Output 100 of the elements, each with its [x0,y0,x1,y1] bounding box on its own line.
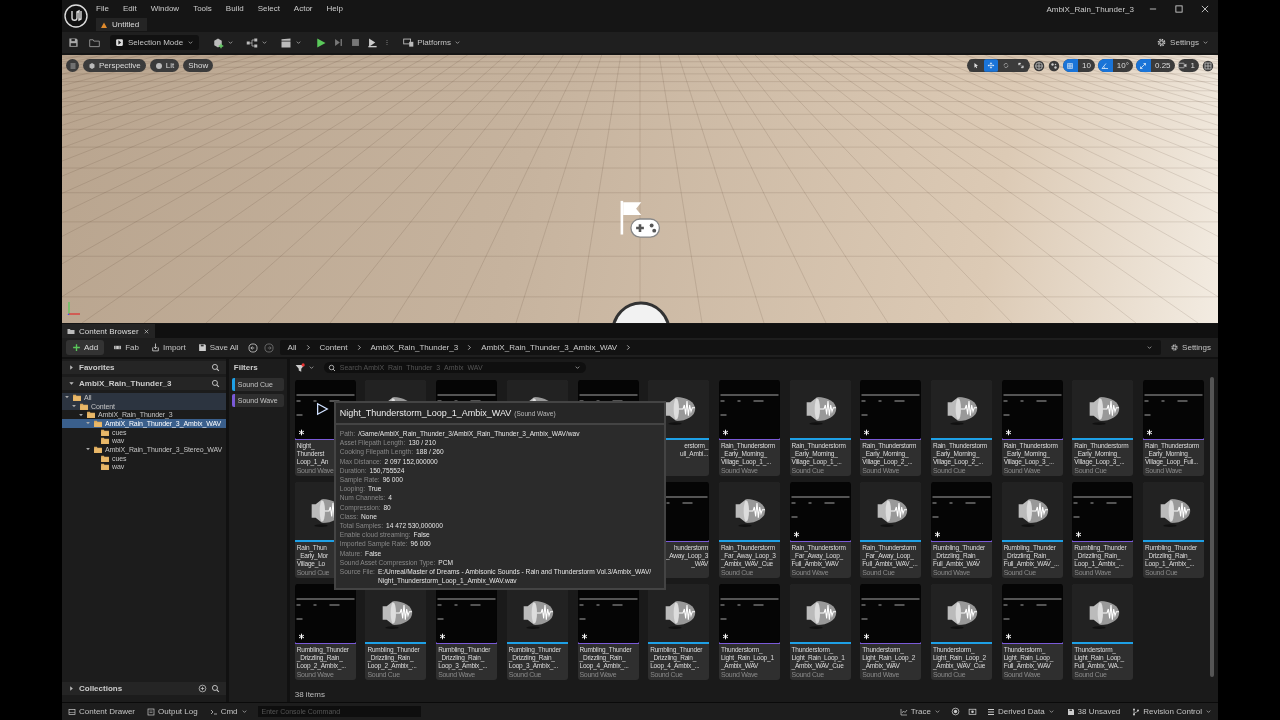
close-icon[interactable] [142,327,150,335]
menu-item[interactable]: Actor [293,4,313,13]
waveform-thumbnail [1072,482,1134,541]
chevron-icon[interactable] [466,344,474,351]
panel-header[interactable]: AmbiX_Rain_Thunder_3 [62,377,226,390]
add-button[interactable]: Add [66,340,105,355]
settings-icon [1170,343,1180,352]
record-icon[interactable] [950,707,960,716]
clapper-icon [280,36,293,49]
breadcrumb[interactable]: All [287,343,297,352]
engine-logo-icon[interactable] [64,4,88,28]
show-button[interactable]: Show [183,59,214,72]
angle-icon [1101,61,1110,70]
menu-item[interactable]: File [96,4,109,13]
caret-icon [453,39,461,46]
back-icon[interactable] [247,342,258,353]
database-icon [986,707,995,716]
import-icon [151,343,161,352]
add-collection-icon[interactable] [197,684,207,693]
toolbar-button[interactable]: Import [148,341,189,354]
waveform-thumbnail [1001,380,1063,439]
menu-icon [68,61,77,70]
unsaved-button[interactable]: 38 Unsaved [1064,706,1123,717]
toolbar-button[interactable]: Fab [110,341,143,354]
scrollbar[interactable] [1210,377,1214,677]
settings-button[interactable]: Settings [1167,341,1214,354]
cube-icon [88,61,96,70]
waveform-thumbnail [1143,380,1204,439]
waveform-thumbnail [294,584,356,643]
snap-toggle-button[interactable]: 10° [1097,59,1133,72]
filter-icon[interactable] [294,362,305,373]
folder-icon [86,410,96,420]
caret-icon [1047,708,1055,715]
platforms-button[interactable]: Platforms [400,35,464,50]
menu-item[interactable]: Window [150,4,180,13]
menu-item[interactable]: Edit [122,4,137,13]
selection-mode-dropdown[interactable]: Selection Mode [110,35,200,50]
breadcrumb[interactable]: Content [319,343,348,352]
caret-down-icon [68,380,75,387]
eject-icon[interactable] [367,37,379,48]
folder-icon [100,427,110,437]
waveform-thumbnail [860,380,922,439]
close-icon[interactable] [1200,4,1210,14]
caret-icon [573,364,581,371]
surface-snap-icon[interactable] [1047,59,1060,72]
player-start-icon [618,198,662,240]
forward-icon[interactable] [263,342,274,353]
content-drawer-button[interactable]: Content Drawer [66,706,138,717]
caret-right-icon [68,364,75,371]
output-log-button[interactable]: Output Log [145,706,200,717]
chevron-icon[interactable] [625,344,633,351]
waveform-thumbnail [1001,584,1063,643]
panel-header[interactable]: Collections [62,682,226,695]
folder-browse-icon[interactable] [89,37,100,48]
search-icon[interactable] [210,379,220,388]
globe-icon[interactable] [1032,59,1045,72]
scale-snap-icon [1139,61,1148,70]
save-icon [197,343,207,352]
stop-icon[interactable] [350,37,362,48]
breadcrumb[interactable]: AmbiX_Rain_Thunder_3 [370,343,459,352]
step-icon[interactable] [333,37,345,48]
save-icon[interactable] [68,37,79,48]
toolbar-button[interactable]: Save All [194,341,242,354]
menu-item[interactable]: Select [257,4,280,13]
plus-icon [72,343,81,352]
chevron-icon[interactable] [355,344,363,351]
settings-button[interactable]: Settings [1153,35,1212,50]
content-browser-tab[interactable]: Content Browser [62,324,155,338]
grid-icon [1066,61,1075,70]
menu-item[interactable]: Tools [193,4,212,13]
settings-icon [1156,37,1168,48]
derived-data-dropdown[interactable]: Derived Data [984,706,1057,717]
maximize-icon[interactable] [1174,4,1184,14]
menu-item[interactable]: Help [326,4,343,13]
trace-dropdown[interactable]: Trace [897,706,943,717]
folder-icon [72,392,82,402]
folder-icon [100,436,110,446]
move-icon[interactable] [983,59,998,72]
camera-icon [1177,61,1187,70]
caret-icon [307,364,315,371]
caret-right-icon [68,685,75,692]
waveform-thumbnail [789,482,851,541]
search-icon[interactable] [210,684,220,693]
revision-control-dropdown[interactable]: Revision Control [1130,706,1214,717]
panel-header[interactable]: Favorites [62,361,226,374]
snapshot-icon[interactable] [967,707,977,716]
snap-toggle-button[interactable]: 0.25 [1135,59,1175,72]
play-icon[interactable] [315,36,328,49]
search-icon[interactable] [210,363,220,372]
folder-icon [100,462,110,472]
chevron-icon[interactable] [304,344,312,351]
document-tab[interactable]: Untitled [96,18,148,31]
menu-item[interactable]: Build [225,4,244,13]
breadcrumb[interactable]: AmbiX_Rain_Thunder_3_Ambix_WAV [481,343,618,352]
waveform-thumbnail [718,380,780,439]
item-count: 38 items [294,690,326,701]
caret-icon [933,708,941,715]
perspective-button[interactable]: Perspective [83,59,146,72]
layout-icon[interactable] [1202,59,1214,72]
command-dropdown[interactable]: Cmd [207,706,250,717]
